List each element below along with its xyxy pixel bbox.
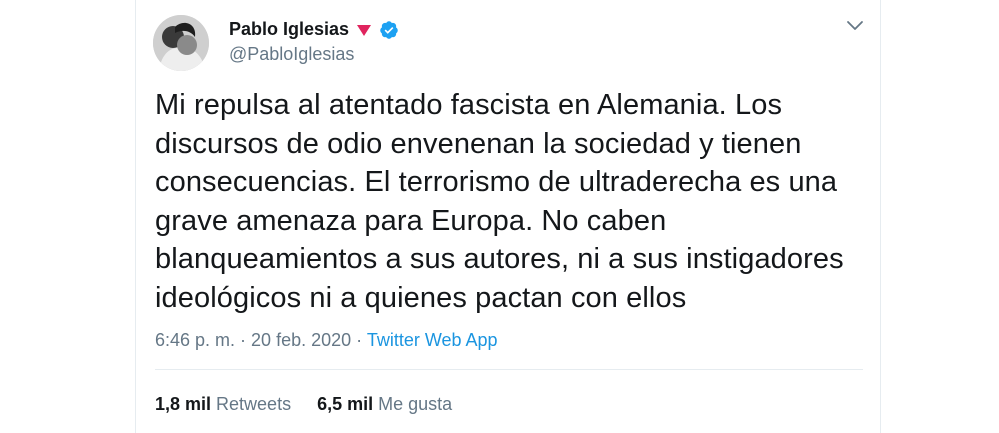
avatar[interactable] xyxy=(153,15,209,71)
retweets-count: 1,8 mil xyxy=(155,394,212,414)
meta-separator: · xyxy=(351,330,367,350)
tweet-metadata: 6:46 p. m. · 20 feb. 2020 · Twitter Web … xyxy=(155,330,498,351)
tweet-source-app-link[interactable]: Twitter Web App xyxy=(367,330,498,350)
rose-icon xyxy=(357,25,372,36)
page: Pablo Iglesias @PabloIglesias Mi repulsa… xyxy=(0,0,999,433)
likes-count: 6,5 mil xyxy=(317,394,374,414)
tweet-date[interactable]: 20 feb. 2020 xyxy=(251,330,351,350)
tweet-text-line: grave amenaza para Europa. No caben xyxy=(155,204,667,237)
retweets-label: Retweets xyxy=(216,394,292,414)
tweet-text-line: Mi repulsa al atentado fascista en Alema… xyxy=(155,89,783,121)
tweet-text-line: ideológicos ni a quienes pactan con ello… xyxy=(155,281,687,314)
tweet-text-line: consecuencias. El terrorismo de ultrader… xyxy=(155,166,838,198)
tweet-text-line: blanqueamientos a sus autores, ni a sus … xyxy=(155,243,844,275)
author-handle[interactable]: @PabloIglesias xyxy=(229,44,354,65)
likes-stat[interactable]: 6,5 mil Me gusta xyxy=(317,394,452,415)
meta-separator: · xyxy=(235,330,252,350)
tweet-card: Pablo Iglesias @PabloIglesias Mi repulsa… xyxy=(135,0,881,433)
chevron-down-icon[interactable] xyxy=(845,18,865,34)
likes-label: Me gusta xyxy=(378,394,453,414)
tweet-time[interactable]: 6:46 p. m. xyxy=(155,330,235,350)
divider xyxy=(155,369,863,370)
verified-badge-icon xyxy=(380,20,398,39)
tweet-text-line: discursos de odio envenenan la sociedad … xyxy=(155,127,802,160)
retweets-stat[interactable]: 1,8 mil Retweets xyxy=(155,394,291,415)
author-name-row[interactable]: Pablo Iglesias xyxy=(229,19,399,40)
author-name[interactable]: Pablo Iglesias xyxy=(229,19,349,40)
tweet-stats: 1,8 mil Retweets 6,5 mil Me gusta xyxy=(155,394,452,415)
tweet-text: Mi repulsa al atentado fascista en Alema… xyxy=(155,86,855,317)
